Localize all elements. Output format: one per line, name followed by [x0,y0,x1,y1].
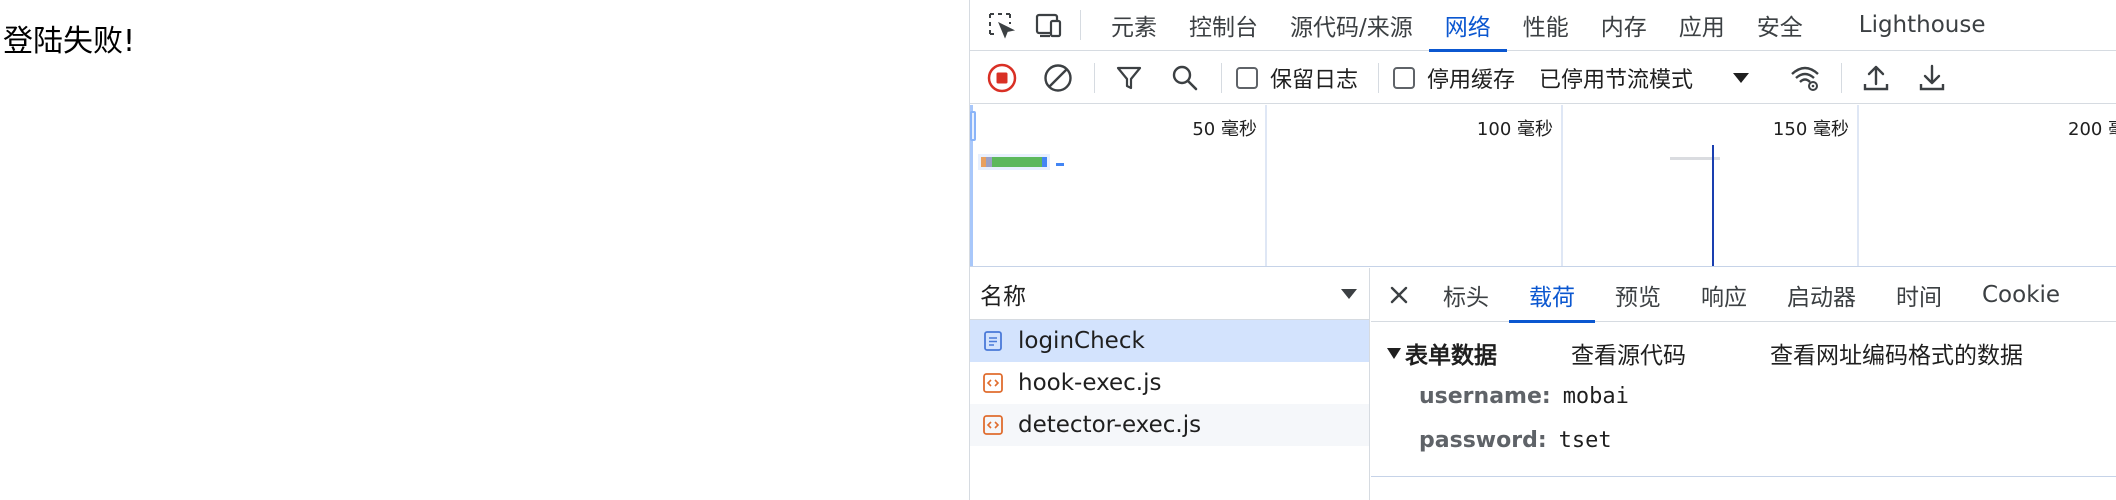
tab-timing[interactable]: 时间 [1876,268,1962,322]
filter-icon [1116,66,1142,89]
upload-icon [1863,65,1889,90]
request-bar-queue [981,157,986,167]
overview-request-bars [978,154,1720,170]
script-icon [983,415,1003,435]
checkbox-box[interactable] [1393,66,1416,89]
network-conditions-button[interactable] [1785,58,1825,98]
tab-elements[interactable]: 元素 [1095,0,1173,51]
form-field-value: mobai [1562,383,1629,409]
tab-network[interactable]: 网络 [1428,0,1507,52]
sort-caret-icon [1341,288,1357,299]
detail-section-divider [1371,476,2116,477]
clear-button[interactable] [1038,58,1078,98]
devtools-main-tabbar: 元素 控制台 源代码/来源 网络 性能 内存 应用 安全 Lighthouse [970,0,2116,52]
request-bar-script [1056,163,1064,166]
form-data-section: 表单数据 查看源代码 查看网址编码格式的数据 username: mobai p… [1371,322,2116,462]
view-url-encoded-link[interactable]: 查看网址编码格式的数据 [1770,336,2023,370]
tab-payload[interactable]: 载荷 [1509,268,1595,323]
record-icon [987,63,1017,92]
tab-initiator[interactable]: 启动器 [1767,268,1876,322]
search-icon [1172,65,1198,90]
network-overview-timeline[interactable]: 50 毫秒 100 毫秒 150 毫秒 200 毫秒 [970,105,2116,267]
filter-button[interactable] [1109,58,1149,98]
tab-performance[interactable]: 性能 [1507,0,1585,51]
clear-icon [1044,63,1072,92]
throttling-select[interactable]: 已停用节流模式 [1539,62,1750,94]
search-button[interactable] [1165,58,1205,98]
toolbar-divider [1094,62,1095,93]
tab-security[interactable]: 安全 [1741,0,1819,51]
script-icon [983,373,1003,393]
wifi-settings-icon [1791,66,1819,91]
tab-response[interactable]: 响应 [1681,268,1767,322]
request-detail-panel: 标头 载荷 预览 响应 启动器 时间 Cookie 表单数据 查看源代码 查看网… [1371,268,2116,500]
form-data-header[interactable]: 表单数据 查看源代码 查看网址编码格式的数据 [1371,332,2116,374]
record-stop-button[interactable] [982,58,1022,98]
tab-console[interactable]: 控制台 [1173,0,1274,51]
form-field-value: tset [1558,427,1612,453]
request-bar-waiting [992,157,1042,167]
tab-headers[interactable]: 标头 [1423,268,1509,322]
toolbar-divider [1841,62,1843,93]
request-row-logincheck[interactable]: loginCheck [970,320,1369,362]
chevron-down-icon [1733,72,1750,83]
dom-content-loaded-marker [1712,145,1714,266]
export-har-button[interactable] [1912,58,1952,98]
form-field-key: username: [1419,383,1551,409]
request-bar-stalled [986,157,992,167]
disable-cache-checkbox[interactable]: 停用缓存 [1393,62,1515,94]
form-field-key: password: [1419,427,1547,453]
tab-memory[interactable]: 内存 [1585,0,1663,51]
tab-cookies[interactable]: Cookie [1962,268,2080,322]
request-list-panel: 名称 loginCheck hook-exec.js detector-exec… [970,268,1370,500]
form-field-row: password: tset [1371,418,2116,462]
form-data-title: 表单数据 [1405,343,1497,369]
request-row-hook-exec[interactable]: hook-exec.js [970,362,1369,404]
view-source-link[interactable]: 查看源代码 [1571,336,1686,370]
preserve-log-checkbox[interactable]: 保留日志 [1236,62,1358,94]
tab-sources[interactable]: 源代码/来源 [1274,0,1429,51]
tabbar-divider [1080,10,1081,40]
download-icon [1919,64,1945,90]
name-column-header[interactable]: 名称 [970,268,1369,320]
devtools-panel: 元素 控制台 源代码/来源 网络 性能 内存 应用 安全 Lighthouse [969,0,2116,500]
network-toolbar: 保留日志 停用缓存 已停用节流模式 [970,52,2116,104]
close-detail-button[interactable] [1379,275,1419,315]
import-har-button[interactable] [1856,58,1896,98]
expand-triangle-icon[interactable] [1387,347,1401,359]
inspect-element-icon[interactable] [984,8,1018,42]
document-icon [984,331,1002,351]
tab-lighthouse[interactable]: Lighthouse [1843,0,2002,51]
form-field-row: username: mobai [1371,374,2116,418]
device-toolbar-icon[interactable] [1032,8,1066,42]
tab-preview[interactable]: 预览 [1595,268,1681,322]
toolbar-divider [1378,62,1380,93]
request-row-detector-exec[interactable]: detector-exec.js [970,404,1369,446]
request-bar-download [1042,157,1047,167]
detail-tabbar: 标头 载荷 预览 响应 启动器 时间 Cookie [1371,268,2116,323]
toolbar-divider [1221,62,1222,93]
login-failed-message: 登陆失败! [3,24,136,59]
checkbox-box[interactable] [1236,66,1258,89]
tab-application[interactable]: 应用 [1663,0,1741,51]
close-icon [1390,286,1408,303]
